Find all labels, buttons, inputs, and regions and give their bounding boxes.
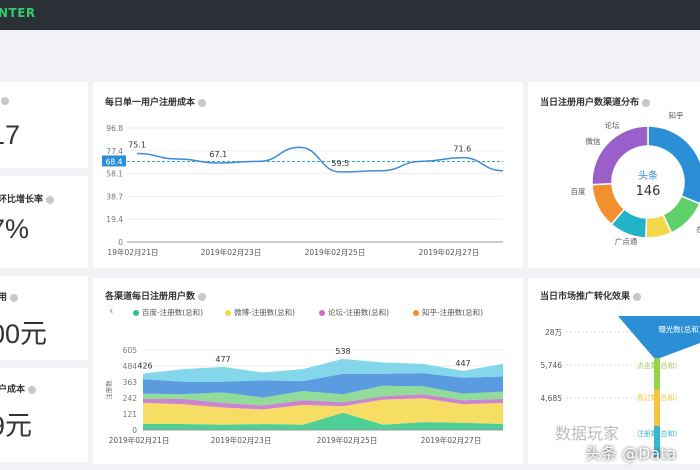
kpi-card-1: 17: [0, 82, 88, 168]
y-tick-label: 0: [118, 238, 123, 247]
y-tick-label: 0: [132, 426, 137, 435]
y-tick-label: 19.4: [106, 215, 123, 224]
x-tick-label: 2019年02月23日: [211, 435, 272, 445]
y-tick-label: 484: [123, 362, 138, 371]
kpi-card-2: 环比增长率 7%: [0, 176, 88, 268]
funnel-stage-label: 看过数(总和): [637, 393, 678, 402]
kpi-value-1: 17: [0, 120, 21, 150]
info-icon[interactable]: [10, 293, 19, 302]
funnel-stage-label: 点击数(总和): [637, 361, 678, 370]
pie-outer-label: 微信: [586, 136, 601, 146]
pie-outer-label: 在: [696, 224, 700, 234]
kpi-card-3: 用 00元: [0, 276, 88, 360]
average-label: 68.4: [106, 157, 123, 166]
top-bar: NTER: [0, 0, 700, 30]
y-tick-label: 96.8: [106, 124, 123, 133]
kpi-card-4: 户成本 9元: [0, 368, 88, 462]
data-label: 67.1: [209, 150, 227, 159]
funnel-tick-label: 28万: [545, 328, 563, 337]
y-tick-label: 77.4: [106, 147, 123, 156]
watermark-right: 头条 @Data: [585, 444, 677, 463]
data-label: 59.5: [331, 159, 349, 168]
funnel-stage-label: 曝光数(总和): [658, 324, 700, 334]
x-tick-label: 19年02月21日: [107, 247, 158, 257]
funnel-tick-label: 5,746: [541, 361, 563, 370]
funnel-stage-0: [618, 316, 700, 358]
area-stack-chart: 605 484 363 242 121 0 注册数 426 477 538 447 2019年02月2…: [104, 346, 503, 445]
y-tick-label: 58.1: [106, 170, 123, 179]
data-label: 75.1: [128, 141, 146, 150]
pie-outer-label: 论坛: [605, 120, 620, 130]
data-label: 447: [455, 359, 470, 368]
pie-outer-label: 知乎: [669, 110, 684, 120]
data-label: 71.6: [453, 145, 471, 154]
kpi-label-3: 用: [0, 290, 19, 303]
cost-chart-card: 每日单一用户注册成本 96.8 77.4 58.1 38.7 19.4 0 68.4 75.1…: [93, 82, 523, 268]
kpi-value-2: 7%: [0, 214, 30, 244]
y-axis-label: 注册数: [104, 380, 113, 400]
kpi-label-2: 环比增长率: [0, 192, 55, 205]
brand-logo-text: NTER: [0, 6, 36, 20]
channel-donut-chart: 头条 146 知乎论坛微信百度广点通 在: [571, 110, 700, 246]
data-label: 477: [215, 355, 230, 364]
kpi-value-3: 00元: [0, 319, 48, 349]
area-chart-card: 各渠道每日注册用户数 ‹ 百度-注册数(总和) 微博-注册数(总和) 论坛-注册数(…: [93, 278, 523, 464]
pie-outer-label: 广点通: [615, 236, 638, 246]
x-tick-label: 2019年02月25日: [317, 435, 378, 445]
funnel-stage-label: 注册数(总和): [637, 429, 678, 438]
info-icon[interactable]: [46, 195, 55, 204]
y-tick-label: 605: [123, 346, 138, 355]
y-tick-label: 242: [123, 394, 138, 403]
y-tick-label: 363: [123, 378, 138, 387]
pie-center-value: 146: [636, 184, 661, 199]
x-tick-label: 2019年02月27日: [419, 247, 480, 257]
kpi-value-4: 9元: [0, 411, 33, 441]
channel-pie-card: 当日注册用户数渠道分布 头条146知乎论坛微信百度广点通在: [528, 82, 700, 268]
info-icon[interactable]: [28, 385, 37, 394]
pie-center-label: 头条: [638, 169, 658, 182]
data-label: 538: [335, 347, 350, 356]
x-tick-label: 2019年02月25日: [305, 247, 366, 257]
cost-line-chart: 96.8 77.4 58.1 38.7 19.4 0 68.4 75.1 67.1 59.5 71.…: [102, 124, 504, 257]
funnel-tick-label: 4,685: [541, 394, 563, 403]
y-tick-label: 38.7: [106, 192, 123, 201]
x-tick-label: 2019年02月21日: [109, 435, 170, 445]
x-tick-label: 2019年02月27日: [421, 435, 482, 445]
kpi-label-4: 户成本: [0, 382, 37, 395]
y-tick-label: 121: [123, 410, 138, 419]
pie-outer-label: 百度: [571, 186, 586, 196]
info-icon[interactable]: [1, 97, 9, 105]
data-label: 426: [137, 362, 152, 371]
x-tick-label: 2019年02月23日: [201, 247, 262, 257]
